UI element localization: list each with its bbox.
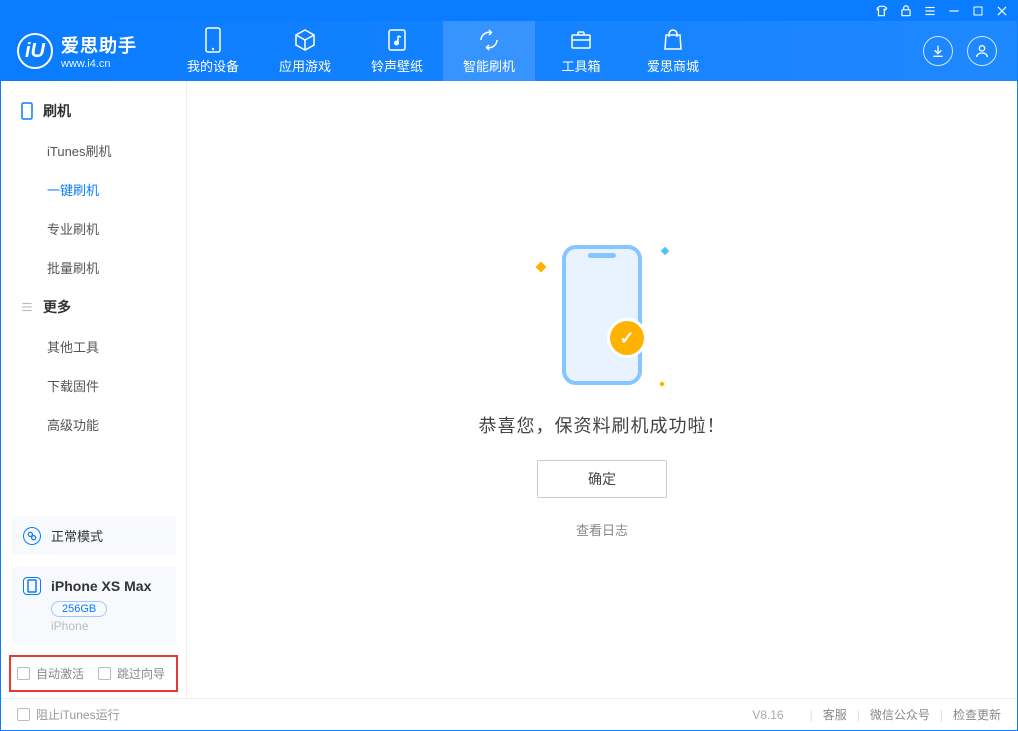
- tshirt-icon[interactable]: [875, 4, 889, 18]
- version-label: V8.16: [752, 708, 783, 722]
- nav-label: 爱思商城: [647, 56, 699, 75]
- device-type: iPhone: [51, 619, 164, 633]
- app-name: 爱思助手: [61, 32, 137, 58]
- footer: 阻止iTunes运行 V8.16 | 客服 | 微信公众号 | 检查更新: [1, 698, 1017, 730]
- sidebar-group-more: 更多: [1, 287, 186, 327]
- nav-label: 铃声壁纸: [371, 56, 423, 75]
- user-icon[interactable]: [967, 36, 997, 66]
- device-icon: [201, 28, 225, 52]
- success-illustration: ✓: [542, 240, 662, 390]
- music-file-icon: [385, 28, 409, 52]
- mode-card[interactable]: 正常模式: [11, 516, 176, 555]
- sidebar-item-one-click-flash[interactable]: 一键刷机: [1, 170, 186, 209]
- sidebar-item-advanced[interactable]: 高级功能: [1, 405, 186, 444]
- logo-icon: iU: [17, 33, 53, 69]
- phone-icon: [19, 103, 35, 119]
- option-label: 阻止iTunes运行: [36, 706, 120, 723]
- sparkle-icon: [661, 247, 669, 255]
- option-label: 跳过向导: [117, 665, 165, 682]
- nav-label: 应用游戏: [279, 56, 331, 75]
- nav: 我的设备 应用游戏 铃声壁纸 智能刷机 工具箱 爱思商城: [167, 21, 719, 81]
- cube-icon: [293, 28, 317, 52]
- nav-label: 工具箱: [561, 56, 600, 75]
- minimize-icon[interactable]: [947, 4, 961, 18]
- list-icon: [19, 299, 35, 315]
- titlebar: [1, 1, 1017, 21]
- device-icon: [23, 577, 41, 595]
- nav-flash[interactable]: 智能刷机: [443, 21, 535, 81]
- header-right: [923, 36, 997, 66]
- bag-icon: [661, 28, 685, 52]
- checkbox-icon: [98, 667, 111, 680]
- nav-label: 智能刷机: [463, 56, 515, 75]
- body: 刷机 iTunes刷机 一键刷机 专业刷机 批量刷机 更多 其他工具 下载固件 …: [1, 81, 1017, 698]
- main: ✓ 恭喜您，保资料刷机成功啦！ 确定 查看日志: [187, 81, 1017, 698]
- sparkle-icon: [535, 261, 546, 272]
- option-auto-activate[interactable]: 自动激活: [17, 665, 84, 682]
- option-label: 自动激活: [36, 665, 84, 682]
- check-icon: ✓: [610, 321, 644, 355]
- sparkle-icon: [659, 381, 665, 387]
- success-message: 恭喜您，保资料刷机成功啦！: [479, 412, 726, 438]
- footer-link-wechat[interactable]: 微信公众号: [870, 706, 930, 723]
- sidebar-item-itunes-flash[interactable]: iTunes刷机: [1, 131, 186, 170]
- sidebar-item-download-firmware[interactable]: 下载固件: [1, 366, 186, 405]
- nav-toolbox[interactable]: 工具箱: [535, 21, 627, 81]
- sidebar-item-other-tools[interactable]: 其他工具: [1, 327, 186, 366]
- app-window: iU 爱思助手 www.i4.cn 我的设备 应用游戏 铃声壁纸 智能刷机: [0, 0, 1018, 731]
- device-capacity: 256GB: [51, 601, 107, 617]
- group-label: 更多: [43, 297, 71, 317]
- device-card[interactable]: iPhone XS Max 256GB iPhone: [11, 567, 176, 643]
- sync-icon: [477, 28, 501, 52]
- sidebar-item-batch-flash[interactable]: 批量刷机: [1, 248, 186, 287]
- briefcase-icon: [569, 28, 593, 52]
- footer-link-update[interactable]: 检查更新: [953, 706, 1001, 723]
- checkbox-icon: [17, 708, 30, 721]
- footer-link-support[interactable]: 客服: [823, 706, 847, 723]
- sidebar: 刷机 iTunes刷机 一键刷机 专业刷机 批量刷机 更多 其他工具 下载固件 …: [1, 81, 187, 698]
- checkbox-icon: [17, 667, 30, 680]
- logo: iU 爱思助手 www.i4.cn: [17, 32, 137, 70]
- option-skip-guide[interactable]: 跳过向导: [98, 665, 165, 682]
- highlighted-options: 自动激活 跳过向导: [9, 655, 178, 692]
- option-block-itunes[interactable]: 阻止iTunes运行: [17, 706, 120, 723]
- nav-my-device[interactable]: 我的设备: [167, 21, 259, 81]
- app-url: www.i4.cn: [61, 58, 137, 70]
- phone-graphic: ✓: [562, 245, 642, 385]
- sidebar-group-flash: 刷机: [1, 91, 186, 131]
- main-content: ✓ 恭喜您，保资料刷机成功啦！ 确定 查看日志: [187, 81, 1017, 698]
- mode-icon: [23, 527, 41, 545]
- menu-icon[interactable]: [923, 4, 937, 18]
- nav-label: 我的设备: [187, 56, 239, 75]
- view-log-link[interactable]: 查看日志: [576, 520, 628, 539]
- nav-store[interactable]: 爱思商城: [627, 21, 719, 81]
- ok-button[interactable]: 确定: [537, 460, 667, 498]
- sidebar-item-pro-flash[interactable]: 专业刷机: [1, 209, 186, 248]
- mode-label: 正常模式: [51, 526, 103, 545]
- lock-icon[interactable]: [899, 4, 913, 18]
- nav-ringtones[interactable]: 铃声壁纸: [351, 21, 443, 81]
- download-icon[interactable]: [923, 36, 953, 66]
- maximize-icon[interactable]: [971, 4, 985, 18]
- device-name: iPhone XS Max: [51, 578, 151, 594]
- group-label: 刷机: [43, 101, 71, 121]
- nav-apps[interactable]: 应用游戏: [259, 21, 351, 81]
- close-icon[interactable]: [995, 4, 1009, 18]
- header: iU 爱思助手 www.i4.cn 我的设备 应用游戏 铃声壁纸 智能刷机: [1, 21, 1017, 81]
